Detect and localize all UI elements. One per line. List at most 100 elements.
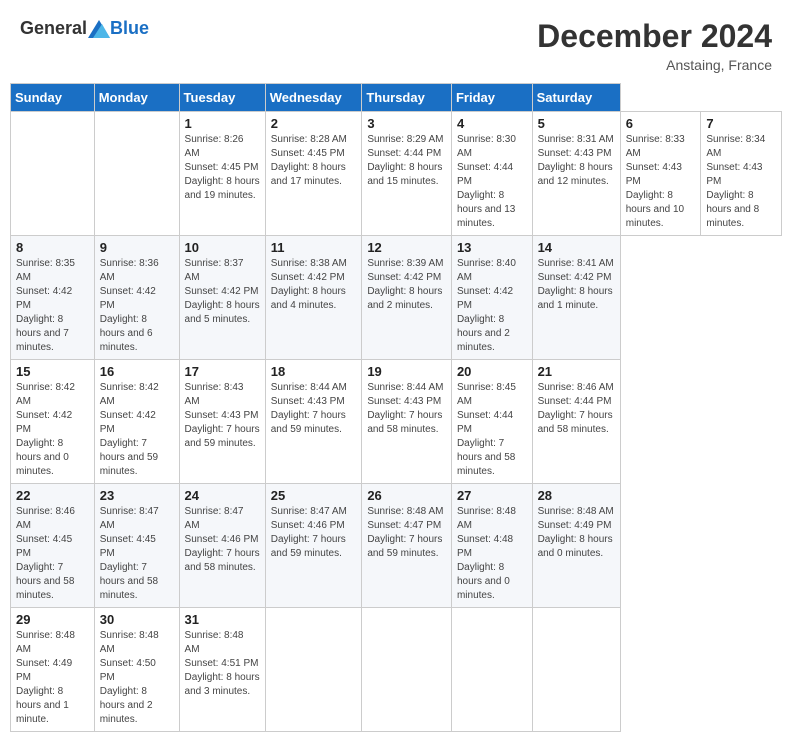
day-number: 25: [271, 488, 357, 503]
calendar-cell: 17Sunrise: 8:43 AMSunset: 4:43 PMDayligh…: [179, 360, 265, 484]
day-number: 4: [457, 116, 527, 131]
weekday-header-sunday: Sunday: [11, 84, 95, 112]
calendar-week-2: 8 Sunrise: 8:35 AMSunset: 4:42 PMDaylight…: [11, 236, 782, 360]
logo: General Blue: [20, 18, 149, 39]
day-number: 21: [538, 364, 615, 379]
day-number: 8: [16, 240, 89, 255]
day-number: 3: [367, 116, 446, 131]
logo-general: General: [20, 18, 87, 39]
calendar-cell: 23 Sunrise: 8:47 AMSunset: 4:45 PMDayligh…: [94, 484, 179, 608]
calendar-cell: 30 Sunrise: 8:48 AMSunset: 4:50 PMDayligh…: [94, 608, 179, 732]
weekday-header-wednesday: Wednesday: [265, 84, 362, 112]
day-info: Sunrise: 8:48 AMSunset: 4:50 PMDaylight:…: [100, 629, 174, 727]
day-number: 29: [16, 612, 89, 627]
day-number: 20: [457, 364, 527, 379]
title-area: December 2024 Anstaing, France: [537, 18, 772, 73]
calendar-cell: 2 Sunrise: 8:28 AMSunset: 4:45 PMDaylight…: [265, 112, 362, 236]
day-number: 22: [16, 488, 89, 503]
day-number: 24: [185, 488, 260, 503]
calendar-cell: 29 Sunrise: 8:48 AMSunset: 4:49 PMDayligh…: [11, 608, 95, 732]
location-title: Anstaing, France: [537, 57, 772, 73]
calendar-cell: 31 Sunrise: 8:48 AMSunset: 4:51 PMDayligh…: [179, 608, 265, 732]
calendar-cell: 19 Sunrise: 8:44 AMSunset: 4:43 PMDayligh…: [362, 360, 452, 484]
day-number: 19: [367, 364, 446, 379]
calendar-cell: 6Sunrise: 8:33 AMSunset: 4:43 PMDaylight…: [620, 112, 701, 236]
day-info: Sunrise: 8:35 AMSunset: 4:42 PMDaylight:…: [16, 257, 89, 355]
weekday-header-saturday: Saturday: [532, 84, 620, 112]
day-info: Sunrise: 8:48 AMSunset: 4:49 PMDaylight:…: [16, 629, 89, 727]
day-number: 23: [100, 488, 174, 503]
day-number: 27: [457, 488, 527, 503]
calendar-cell: 28 Sunrise: 8:48 AMSunset: 4:49 PMDayligh…: [532, 484, 620, 608]
calendar-cell: 13 Sunrise: 8:40 AMSunset: 4:42 PMDayligh…: [451, 236, 532, 360]
day-info: Sunrise: 8:46 AMSunset: 4:44 PMDaylight:…: [538, 381, 615, 437]
day-info: Sunrise: 8:48 AMSunset: 4:47 PMDaylight:…: [367, 505, 446, 561]
calendar-cell: 22 Sunrise: 8:46 AMSunset: 4:45 PMDayligh…: [11, 484, 95, 608]
calendar-cell: 25 Sunrise: 8:47 AMSunset: 4:46 PMDayligh…: [265, 484, 362, 608]
calendar-cell: 8 Sunrise: 8:35 AMSunset: 4:42 PMDaylight…: [11, 236, 95, 360]
day-info: Sunrise: 8:26 AMSunset: 4:45 PMDaylight:…: [185, 133, 260, 203]
day-number: 14: [538, 240, 615, 255]
calendar-cell: 10Sunrise: 8:37 AMSunset: 4:42 PMDayligh…: [179, 236, 265, 360]
calendar-cell: 24 Sunrise: 8:47 AMSunset: 4:46 PMDayligh…: [179, 484, 265, 608]
calendar-cell: 18 Sunrise: 8:44 AMSunset: 4:43 PMDayligh…: [265, 360, 362, 484]
day-number: 28: [538, 488, 615, 503]
day-info: Sunrise: 8:47 AMSunset: 4:46 PMDaylight:…: [185, 505, 260, 575]
calendar-cell: 11 Sunrise: 8:38 AMSunset: 4:42 PMDayligh…: [265, 236, 362, 360]
day-info: Sunrise: 8:42 AMSunset: 4:42 PMDaylight:…: [16, 381, 89, 479]
weekday-header-monday: Monday: [94, 84, 179, 112]
day-info: Sunrise: 8:42 AMSunset: 4:42 PMDaylight:…: [100, 381, 174, 479]
day-info: Sunrise: 8:28 AMSunset: 4:45 PMDaylight:…: [271, 133, 357, 189]
day-info: Sunrise: 8:48 AMSunset: 4:48 PMDaylight:…: [457, 505, 527, 603]
day-info: Sunrise: 8:41 AMSunset: 4:42 PMDaylight:…: [538, 257, 615, 313]
calendar-week-4: 22 Sunrise: 8:46 AMSunset: 4:45 PMDayligh…: [11, 484, 782, 608]
day-number: 13: [457, 240, 527, 255]
day-info: Sunrise: 8:40 AMSunset: 4:42 PMDaylight:…: [457, 257, 527, 355]
calendar-cell: 26 Sunrise: 8:48 AMSunset: 4:47 PMDayligh…: [362, 484, 452, 608]
day-number: 15: [16, 364, 89, 379]
calendar-cell: [532, 608, 620, 732]
day-number: 30: [100, 612, 174, 627]
day-info: Sunrise: 8:44 AMSunset: 4:43 PMDaylight:…: [367, 381, 446, 437]
header: General Blue December 2024 Anstaing, Fra…: [10, 10, 782, 77]
logo-blue: Blue: [110, 18, 149, 39]
calendar-cell: 3Sunrise: 8:29 AMSunset: 4:44 PMDaylight…: [362, 112, 452, 236]
day-number: 12: [367, 240, 446, 255]
day-info: Sunrise: 8:36 AMSunset: 4:42 PMDaylight:…: [100, 257, 174, 355]
calendar-week-5: 29 Sunrise: 8:48 AMSunset: 4:49 PMDayligh…: [11, 608, 782, 732]
weekday-header-friday: Friday: [451, 84, 532, 112]
day-number: 2: [271, 116, 357, 131]
day-info: Sunrise: 8:48 AMSunset: 4:49 PMDaylight:…: [538, 505, 615, 561]
weekday-header-tuesday: Tuesday: [179, 84, 265, 112]
calendar-cell: [94, 112, 179, 236]
calendar-cell: 7Sunrise: 8:34 AMSunset: 4:43 PMDaylight…: [701, 112, 782, 236]
day-number: 5: [538, 116, 615, 131]
day-number: 10: [185, 240, 260, 255]
calendar-cell: 1Sunrise: 8:26 AMSunset: 4:45 PMDaylight…: [179, 112, 265, 236]
day-info: Sunrise: 8:34 AMSunset: 4:43 PMDaylight:…: [706, 133, 776, 231]
calendar-cell: 20 Sunrise: 8:45 AMSunset: 4:44 PMDayligh…: [451, 360, 532, 484]
day-number: 18: [271, 364, 357, 379]
calendar-week-1: 1Sunrise: 8:26 AMSunset: 4:45 PMDaylight…: [11, 112, 782, 236]
calendar-week-3: 15 Sunrise: 8:42 AMSunset: 4:42 PMDayligh…: [11, 360, 782, 484]
calendar-cell: 14 Sunrise: 8:41 AMSunset: 4:42 PMDayligh…: [532, 236, 620, 360]
day-info: Sunrise: 8:45 AMSunset: 4:44 PMDaylight:…: [457, 381, 527, 479]
day-info: Sunrise: 8:46 AMSunset: 4:45 PMDaylight:…: [16, 505, 89, 603]
day-info: Sunrise: 8:31 AMSunset: 4:43 PMDaylight:…: [538, 133, 615, 189]
day-info: Sunrise: 8:47 AMSunset: 4:45 PMDaylight:…: [100, 505, 174, 603]
calendar-cell: 5 Sunrise: 8:31 AMSunset: 4:43 PMDaylight…: [532, 112, 620, 236]
day-number: 9: [100, 240, 174, 255]
calendar-cell: [265, 608, 362, 732]
calendar-cell: [11, 112, 95, 236]
day-info: Sunrise: 8:44 AMSunset: 4:43 PMDaylight:…: [271, 381, 357, 437]
day-number: 16: [100, 364, 174, 379]
day-info: Sunrise: 8:38 AMSunset: 4:42 PMDaylight:…: [271, 257, 357, 313]
day-number: 31: [185, 612, 260, 627]
day-info: Sunrise: 8:48 AMSunset: 4:51 PMDaylight:…: [185, 629, 260, 699]
day-number: 26: [367, 488, 446, 503]
calendar: SundayMondayTuesdayWednesdayThursdayFrid…: [10, 83, 782, 732]
calendar-cell: 9 Sunrise: 8:36 AMSunset: 4:42 PMDaylight…: [94, 236, 179, 360]
calendar-cell: 12Sunrise: 8:39 AMSunset: 4:42 PMDayligh…: [362, 236, 452, 360]
day-number: 11: [271, 240, 357, 255]
day-info: Sunrise: 8:47 AMSunset: 4:46 PMDaylight:…: [271, 505, 357, 561]
